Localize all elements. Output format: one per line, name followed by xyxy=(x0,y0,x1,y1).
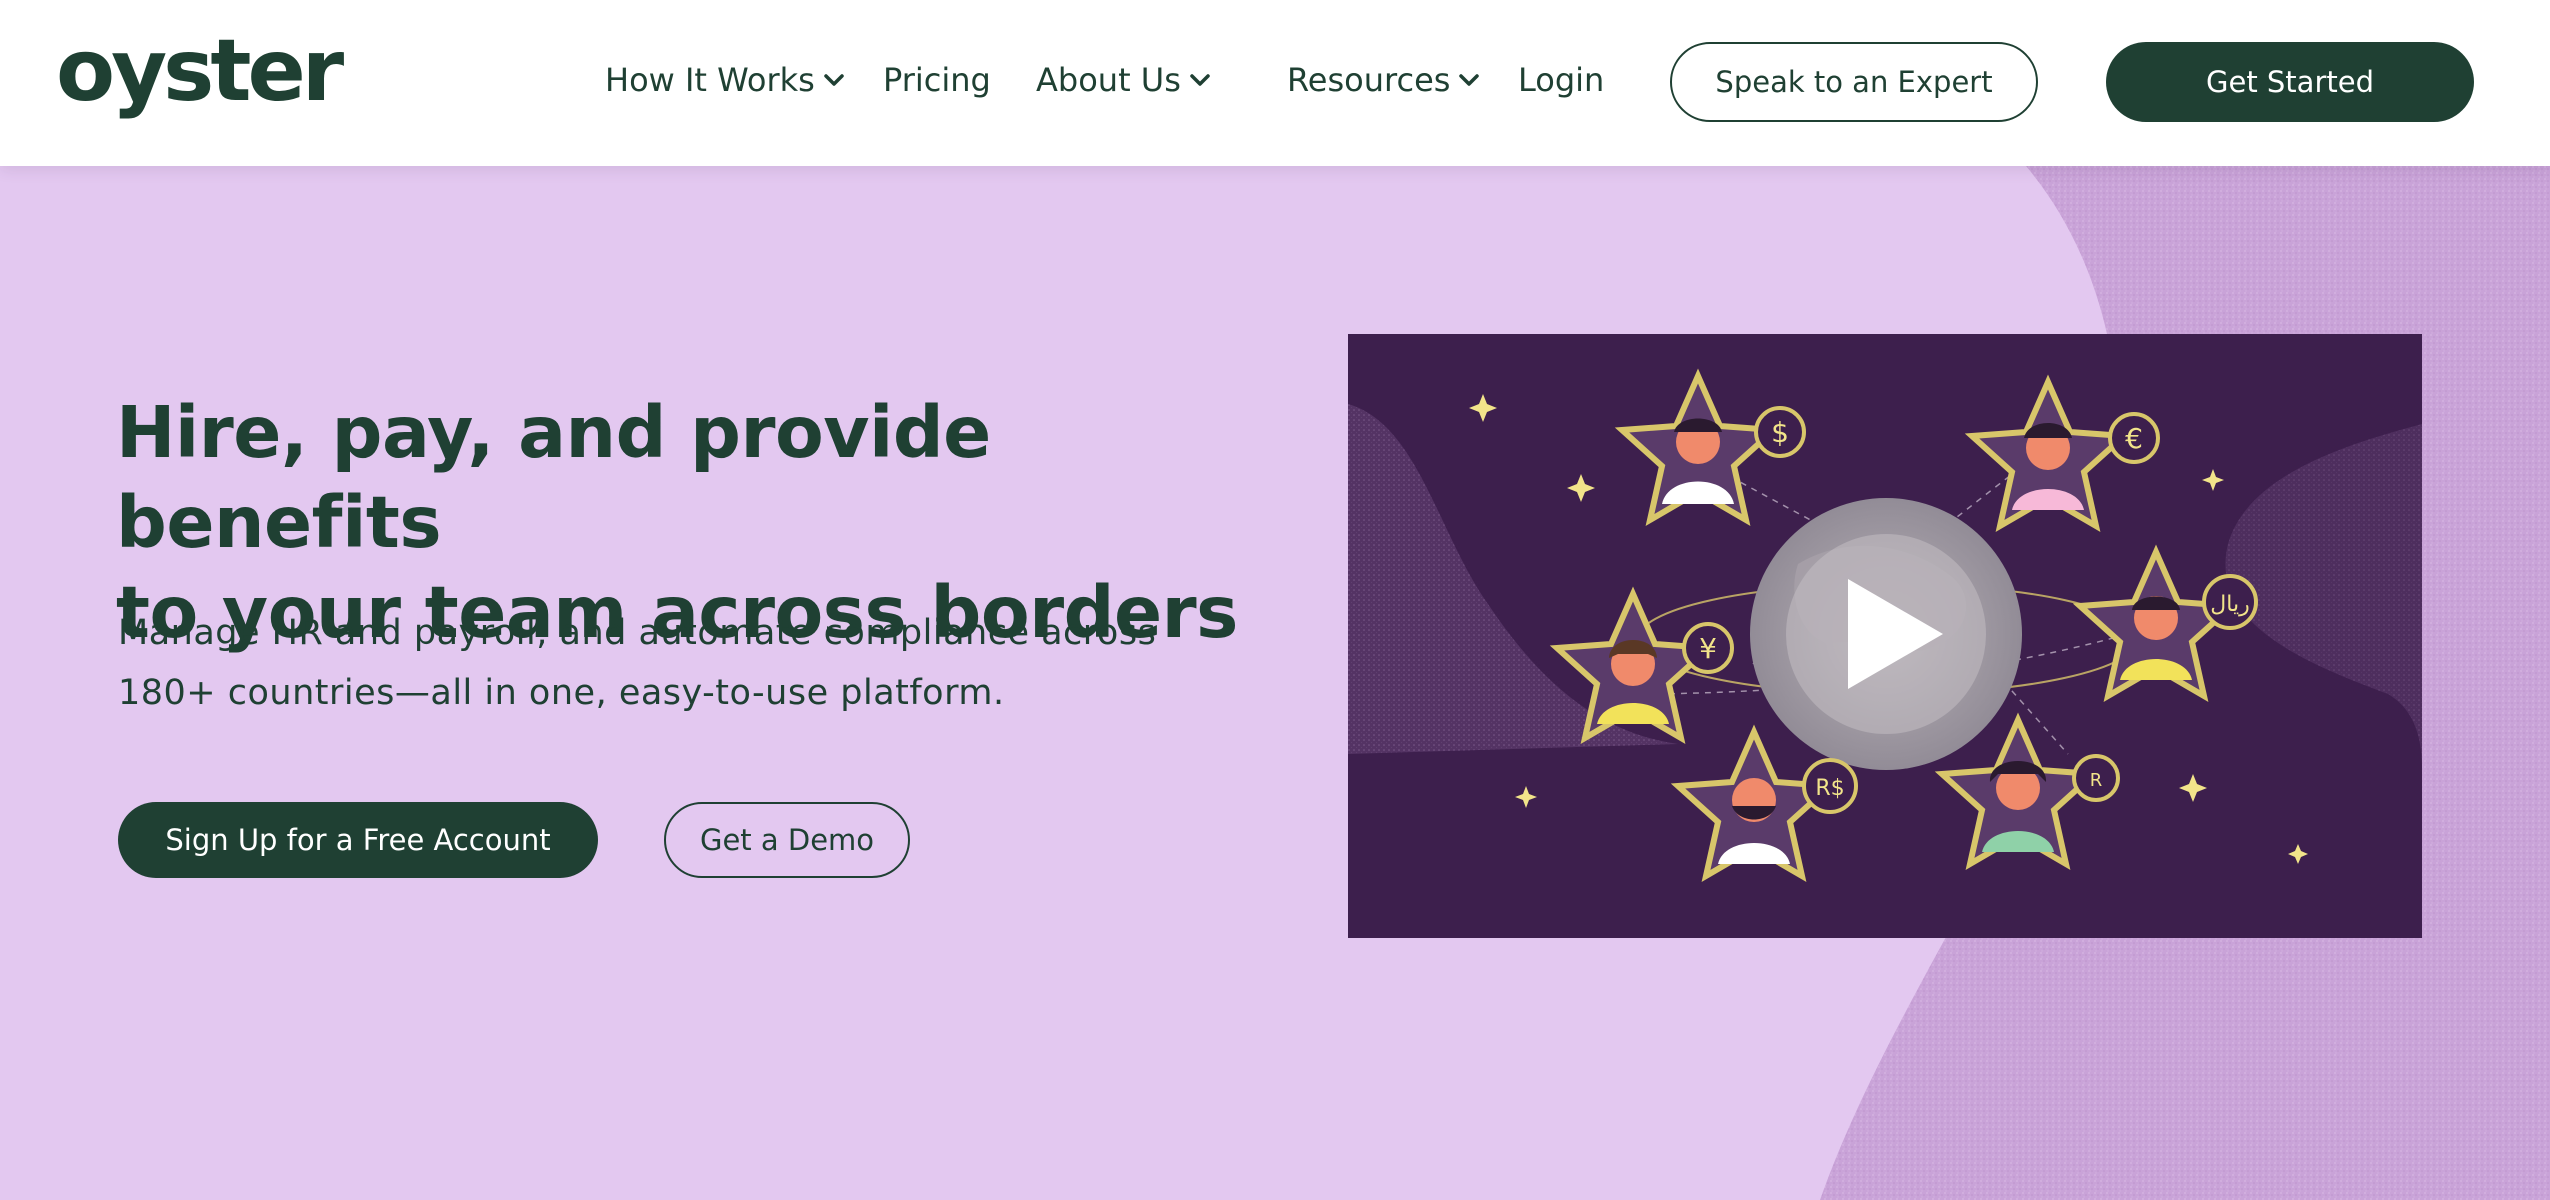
svg-text:¥: ¥ xyxy=(1699,632,1717,665)
svg-text:R$: R$ xyxy=(1815,776,1844,801)
currency-badge-euro: € xyxy=(2108,412,2160,464)
hero-subtitle-line-2: 180+ countries—all in one, easy-to-use p… xyxy=(118,673,1005,713)
nav-login[interactable]: Login xyxy=(1518,56,1604,104)
nav-resources-label: Resources xyxy=(1287,61,1451,99)
nav-login-label: Login xyxy=(1518,61,1605,99)
currency-badge-rand: R xyxy=(2072,754,2120,802)
currency-badge-real: R$ xyxy=(1802,758,1858,814)
currency-badge-yen: ¥ xyxy=(1682,622,1734,674)
hero-subtitle: Manage HR and payroll, and automate comp… xyxy=(118,603,1218,723)
get-demo-button[interactable]: Get a Demo xyxy=(664,802,910,878)
nav-pricing-label: Pricing xyxy=(883,61,991,99)
svg-text:€: € xyxy=(2125,422,2143,455)
oyster-logo[interactable]: oyster xyxy=(56,21,368,126)
nav-how-it-works-label: How It Works xyxy=(605,61,815,99)
hero-title-line-1: Hire, pay, and provide benefits xyxy=(116,391,991,564)
nav-how-it-works[interactable]: How It Works xyxy=(605,56,845,104)
nav-resources[interactable]: Resources xyxy=(1287,56,1480,104)
video-player[interactable]: $ € ¥ ريال R$ R xyxy=(1348,334,2422,938)
speak-to-expert-button[interactable]: Speak to an Expert xyxy=(1670,42,2038,122)
svg-text:R: R xyxy=(2090,770,2103,791)
get-started-button[interactable]: Get Started xyxy=(2106,42,2474,122)
nav-pricing[interactable]: Pricing xyxy=(883,56,991,104)
nav-about-us[interactable]: About Us xyxy=(1036,56,1211,104)
svg-text:ريال: ريال xyxy=(2210,592,2249,617)
chevron-down-icon xyxy=(1458,69,1480,91)
svg-text:$: $ xyxy=(1771,416,1789,449)
logo-wordmark: oyster xyxy=(56,36,345,121)
currency-badge-riyal: ريال xyxy=(2202,574,2258,630)
hero-subtitle-line-1: Manage HR and payroll, and automate comp… xyxy=(118,613,1157,653)
nav-about-us-label: About Us xyxy=(1036,61,1181,99)
currency-badge-dollar: $ xyxy=(1754,406,1806,458)
chevron-down-icon xyxy=(823,69,845,91)
chevron-down-icon xyxy=(1189,69,1211,91)
sign-up-free-button[interactable]: Sign Up for a Free Account xyxy=(118,802,598,878)
site-header: oyster How It Works Pricing About Us Res… xyxy=(0,0,2550,166)
